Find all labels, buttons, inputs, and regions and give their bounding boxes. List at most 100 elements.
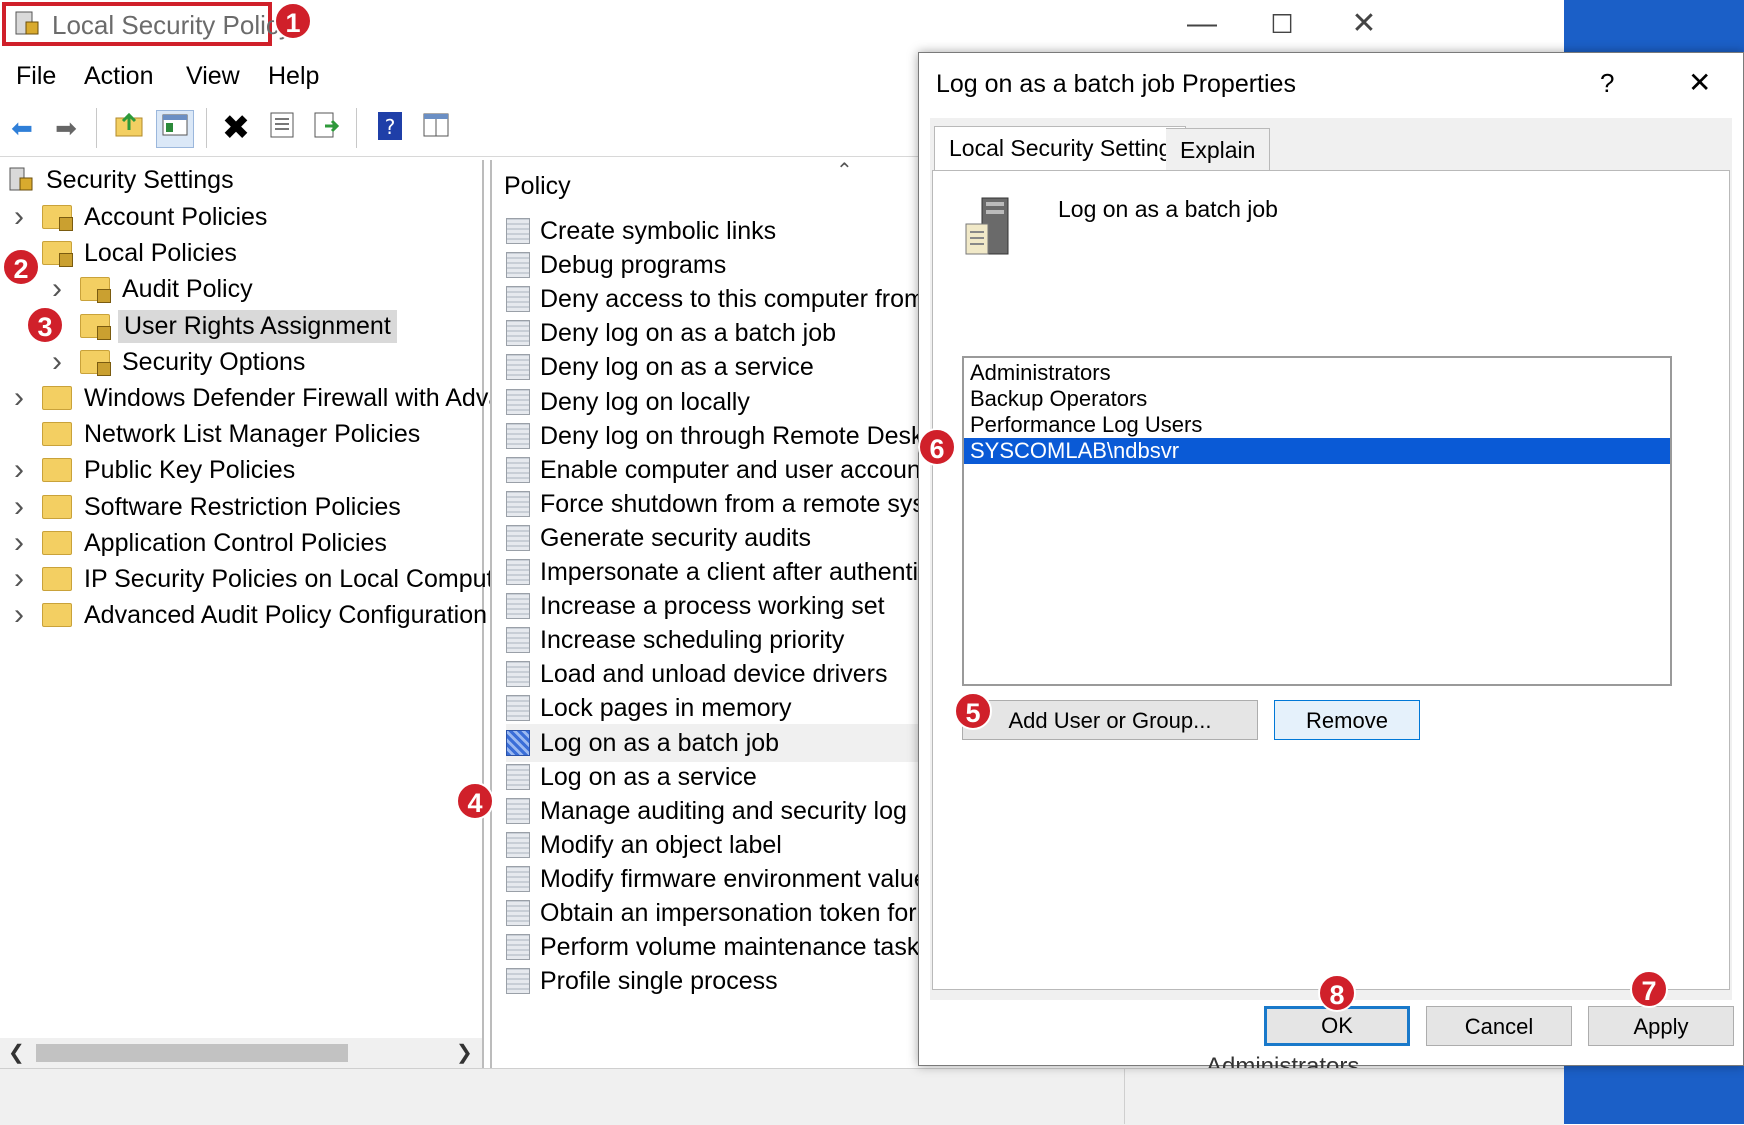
tree-item[interactable]: User Rights Assignment: [46, 308, 397, 344]
tree-item-label: Advanced Audit Policy Configuration: [84, 600, 488, 629]
menu-file[interactable]: File: [16, 62, 56, 91]
tree-item[interactable]: Network List Manager Policies: [8, 416, 420, 452]
close-button[interactable]: ✕: [1334, 6, 1394, 42]
policy-list-item[interactable]: Debug programs: [506, 246, 924, 284]
status-divider: [1124, 1068, 1125, 1124]
chevron-right-icon[interactable]: ›: [46, 345, 68, 379]
delete-icon[interactable]: ✖: [218, 110, 254, 146]
tab-local-security-setting[interactable]: Local Security Setting: [934, 126, 1187, 172]
policy-list-item[interactable]: Perform volume maintenance tasks: [506, 928, 924, 966]
scrollbar-thumb[interactable]: [36, 1044, 348, 1062]
chevron-right-icon[interactable]: ›: [8, 381, 30, 415]
help-icon[interactable]: ?: [372, 110, 408, 146]
tree-item[interactable]: › Software Restriction Policies: [8, 489, 401, 525]
user-list-item[interactable]: Performance Log Users: [964, 412, 1670, 438]
menu-action[interactable]: Action: [84, 62, 153, 91]
policy-list-item[interactable]: Enable computer and user accounts: [506, 451, 924, 489]
policy-list-item[interactable]: Increase scheduling priority: [506, 621, 924, 659]
menu-view[interactable]: View: [186, 62, 240, 91]
policy-item-label: Obtain an impersonation token for a: [540, 898, 924, 927]
policy-item-label: Increase scheduling priority: [540, 625, 845, 654]
policy-list-item[interactable]: Modify firmware environment value: [506, 860, 924, 898]
user-list-item[interactable]: Backup Operators: [964, 386, 1670, 412]
remove-button[interactable]: Remove: [1274, 700, 1420, 740]
tab-explain[interactable]: Explain: [1166, 128, 1271, 170]
policy-list-item[interactable]: Deny log on as a batch job: [506, 314, 924, 352]
add-user-or-group-button[interactable]: Add User or Group...: [962, 700, 1258, 740]
apply-button[interactable]: Apply: [1588, 1006, 1734, 1046]
tree-item[interactable]: › Application Control Policies: [8, 525, 387, 561]
policy-list-item[interactable]: Log on as a service: [506, 758, 924, 796]
policy-list-item[interactable]: Profile single process: [506, 962, 924, 1000]
policy-list-item[interactable]: Deny access to this computer from t: [506, 280, 924, 318]
folder-icon: [42, 531, 72, 555]
status-bar: [0, 1068, 1564, 1125]
dialog-help-button[interactable]: ?: [1600, 68, 1614, 99]
scroll-right-icon[interactable]: ❯: [456, 1040, 473, 1065]
dialog-close-button[interactable]: ✕: [1688, 66, 1711, 99]
forward-arrow-icon[interactable]: ➡: [48, 110, 84, 146]
tree-item-label: Public Key Policies: [84, 455, 296, 484]
tree-item[interactable]: › Windows Defender Firewall with Adva: [8, 380, 502, 416]
tree-item[interactable]: › Account Policies: [8, 199, 267, 235]
policy-icon: [506, 525, 530, 551]
policy-list-item[interactable]: Impersonate a client after authentica: [506, 553, 924, 591]
tree-item[interactable]: › Public Key Policies: [8, 452, 295, 488]
sort-ascending-icon: ⌃: [836, 160, 853, 182]
policy-list-item[interactable]: Manage auditing and security log: [506, 792, 924, 830]
policy-icon: [506, 491, 530, 517]
maximize-button[interactable]: ☐: [1252, 6, 1312, 42]
chevron-right-icon[interactable]: ›: [46, 272, 68, 306]
step-badge-5: 5: [954, 692, 992, 730]
security-settings-icon: [8, 166, 34, 194]
chevron-right-icon[interactable]: ›: [8, 598, 30, 632]
view-pane-icon[interactable]: [418, 110, 454, 146]
policy-list-item[interactable]: Create symbolic links: [506, 212, 924, 250]
policy-icon: [506, 695, 530, 721]
policy-column-header[interactable]: Policy: [504, 172, 571, 201]
menu-help[interactable]: Help: [268, 62, 319, 91]
export-list-icon[interactable]: [308, 110, 344, 146]
chevron-right-icon[interactable]: ›: [8, 526, 30, 560]
policy-list-item[interactable]: Obtain an impersonation token for a: [506, 894, 924, 932]
cancel-button[interactable]: Cancel: [1426, 1006, 1572, 1046]
tree-item[interactable]: › IP Security Policies on Local Compute: [8, 561, 507, 597]
tree-item[interactable]: › Security Options: [46, 344, 305, 380]
policy-item-label: Create symbolic links: [540, 216, 777, 245]
chevron-right-icon[interactable]: ›: [8, 562, 30, 596]
step-badge-3: 3: [26, 306, 64, 344]
tree-root[interactable]: Security Settings: [8, 162, 234, 198]
show-hide-console-tree-icon[interactable]: [156, 110, 194, 148]
user-list-item[interactable]: Administrators: [964, 360, 1670, 386]
svg-text:?: ?: [385, 115, 396, 139]
scroll-left-icon[interactable]: ❮: [8, 1040, 25, 1065]
chevron-right-icon[interactable]: ›: [8, 453, 30, 487]
ok-button[interactable]: OK: [1264, 1006, 1410, 1046]
tree-item[interactable]: Local Policies: [8, 235, 237, 271]
policy-list-item[interactable]: Deny log on locally: [506, 383, 924, 421]
chevron-right-icon[interactable]: ›: [8, 490, 30, 524]
properties-icon[interactable]: [264, 110, 300, 146]
policy-list-item[interactable]: Modify an object label: [506, 826, 924, 864]
policy-list-item[interactable]: Deny log on through Remote Deskto: [506, 417, 924, 455]
up-folder-icon[interactable]: [112, 110, 148, 146]
policy-list-item[interactable]: Deny log on as a service: [506, 348, 924, 386]
policy-item-label: Force shutdown from a remote syste: [540, 489, 924, 518]
toolbar-separator: [96, 108, 97, 148]
policy-list-item[interactable]: Load and unload device drivers: [506, 655, 924, 693]
policy-list-item[interactable]: Lock pages in memory: [506, 689, 924, 727]
user-list-item-selected[interactable]: SYSCOMLAB\ndbsvr: [964, 438, 1670, 464]
chevron-right-icon[interactable]: ›: [8, 200, 30, 234]
tree-item[interactable]: › Advanced Audit Policy Configuration: [8, 597, 487, 633]
policy-list-item[interactable]: Force shutdown from a remote syste: [506, 485, 924, 523]
users-listbox[interactable]: Administrators Backup Operators Performa…: [962, 356, 1672, 686]
policy-item-label: Deny log on as a service: [540, 352, 814, 381]
tree-item-label: Software Restriction Policies: [84, 492, 401, 521]
tree-item[interactable]: › Audit Policy: [46, 271, 253, 307]
policy-list-item-selected[interactable]: Log on as a batch job: [506, 724, 924, 762]
back-arrow-icon[interactable]: ⬅: [4, 110, 40, 146]
policy-list-item[interactable]: Generate security audits: [506, 519, 924, 557]
policy-list-item[interactable]: Increase a process working set: [506, 587, 924, 625]
step-badge-4: 4: [456, 782, 494, 820]
minimize-button[interactable]: —: [1172, 6, 1232, 42]
